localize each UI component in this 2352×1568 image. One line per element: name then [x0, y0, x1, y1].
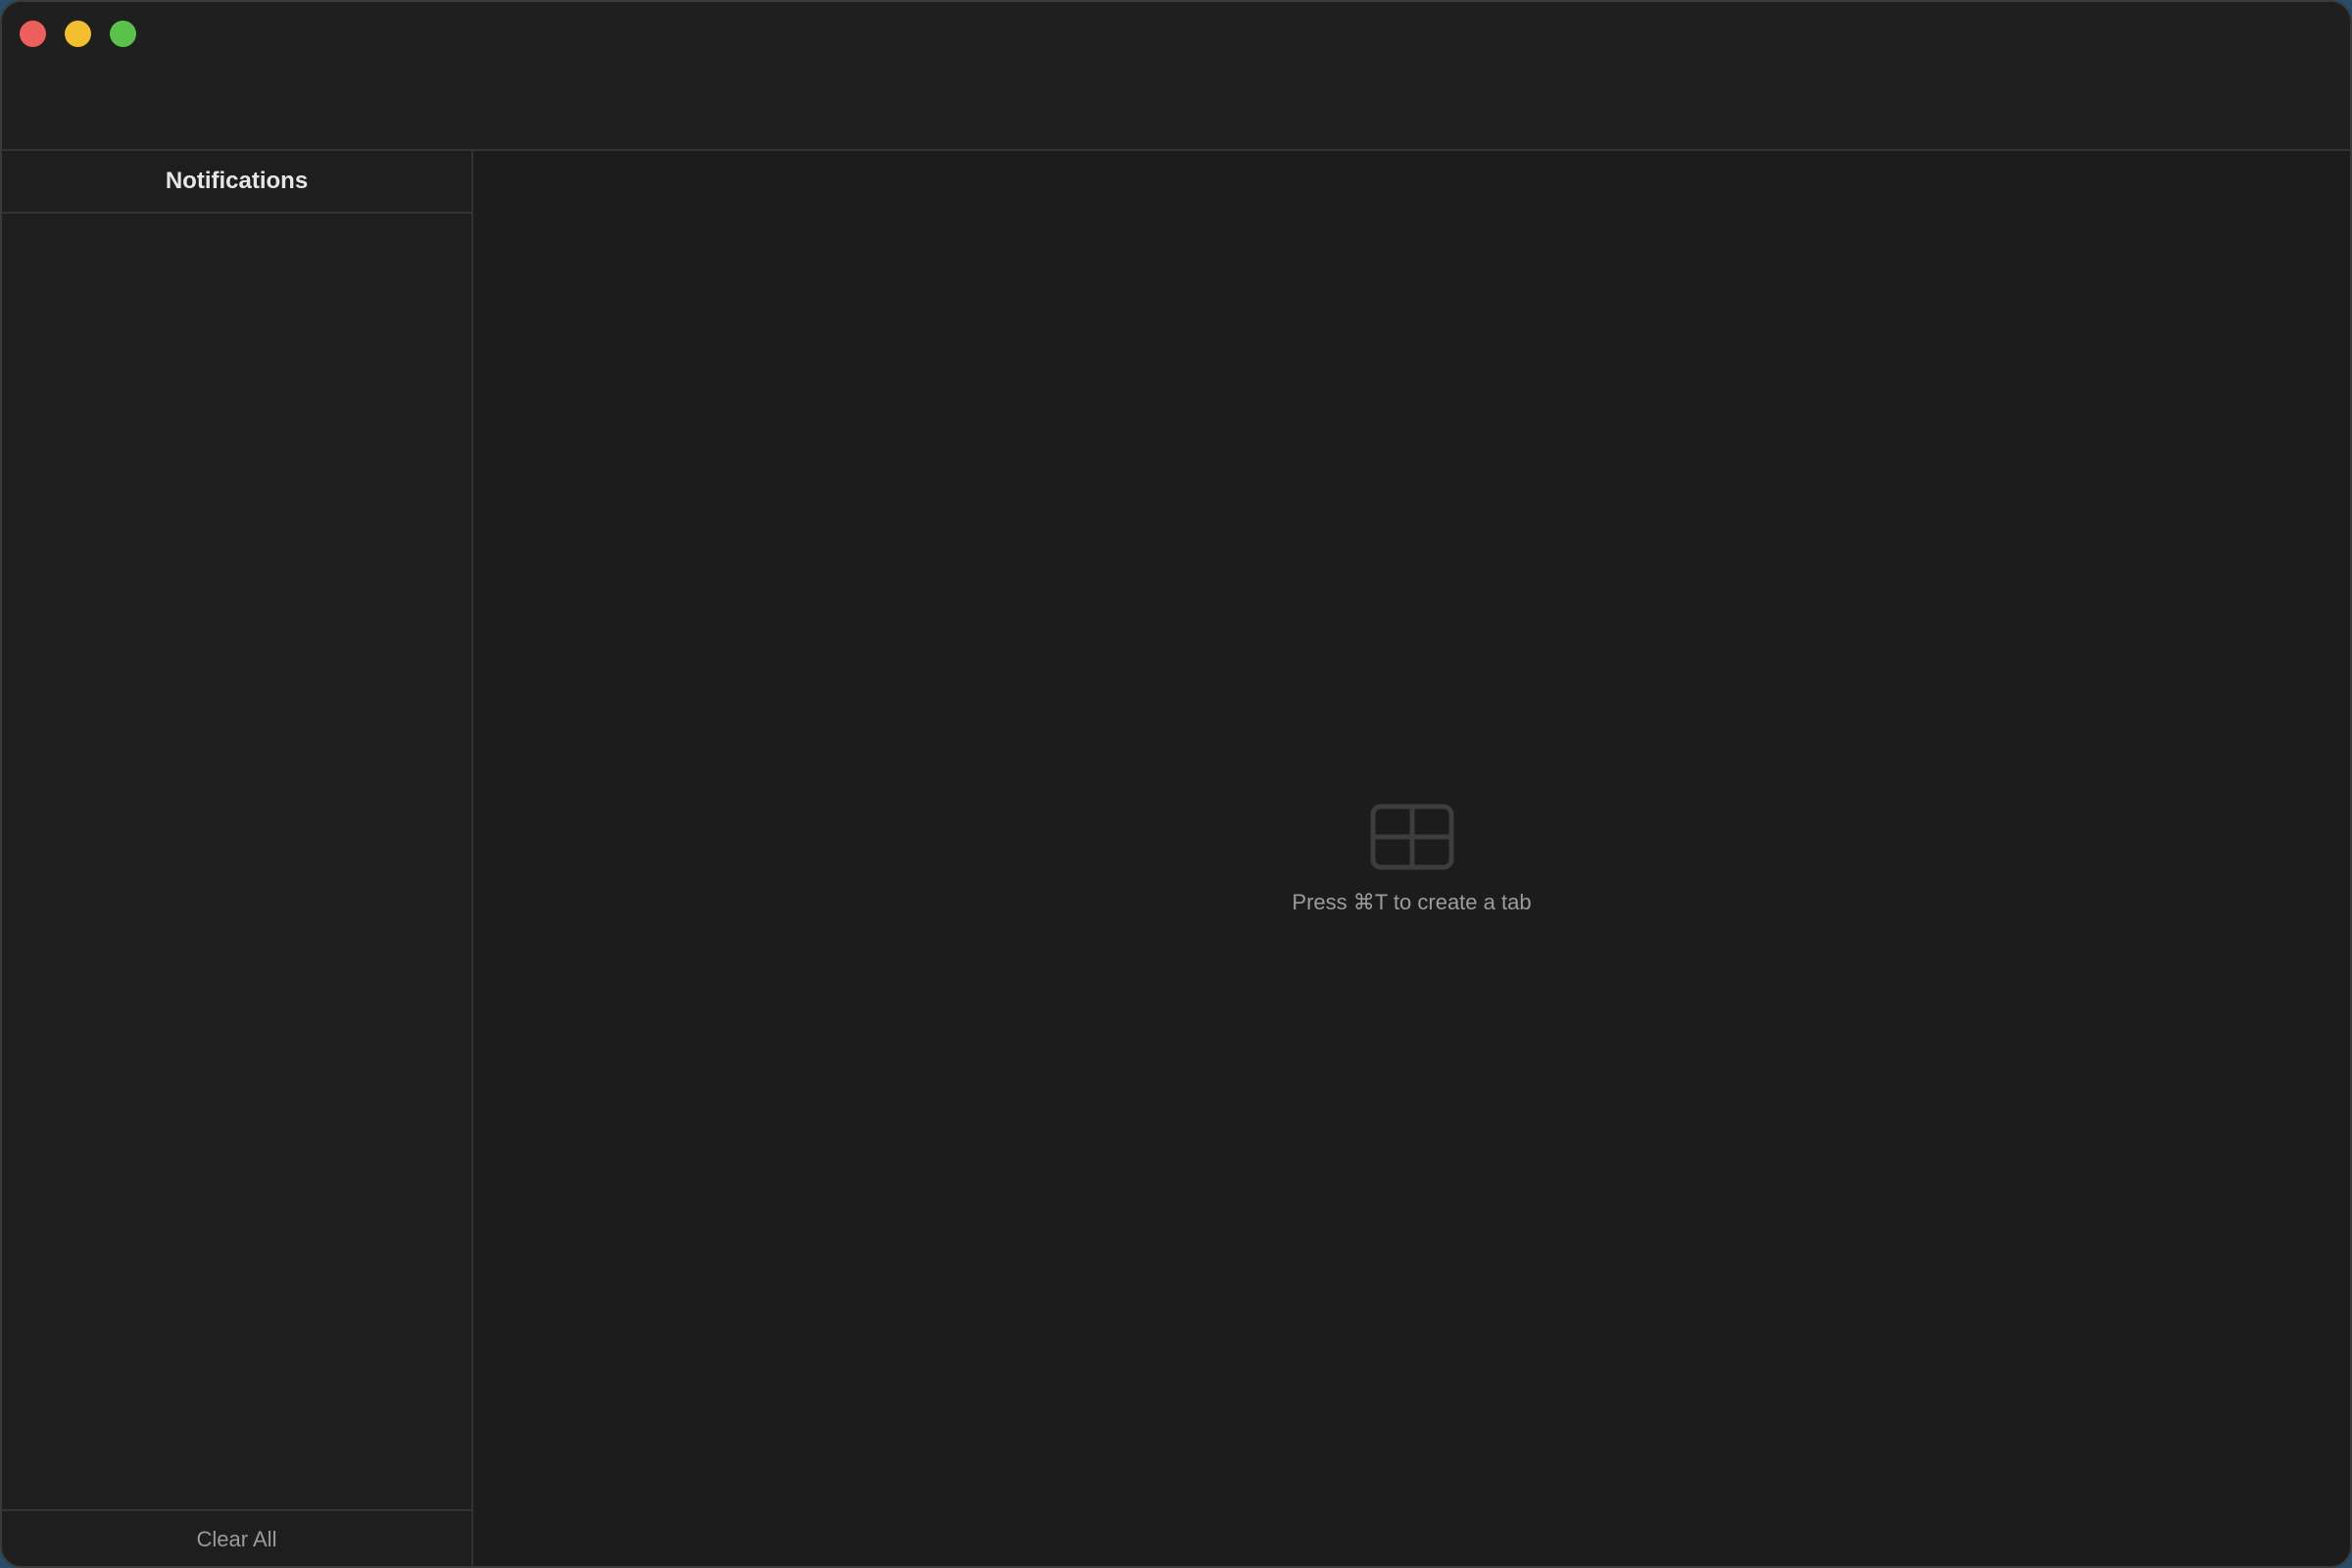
zoom-window-button[interactable]: [110, 21, 136, 47]
empty-state: Press ⌘T to create a tab: [473, 804, 2350, 915]
empty-state-text: Press ⌘T to create a tab: [1292, 890, 1532, 914]
title-bar[interactable]: [2, 2, 2350, 151]
grid-layout-icon: [1370, 804, 1453, 870]
minimize-window-button[interactable]: [65, 21, 91, 47]
close-window-button[interactable]: [20, 21, 46, 47]
clear-all-button[interactable]: Clear All: [187, 1523, 287, 1556]
sidebar-title: Notifications: [165, 168, 309, 194]
sidebar-footer: Clear All: [2, 1509, 471, 1566]
notifications-sidebar: Notifications Clear All: [2, 151, 473, 1566]
sidebar-header: Notifications: [2, 151, 471, 214]
app-window: Notifications Clear All Press ⌘T to crea…: [0, 0, 2352, 1568]
main-content: Press ⌘T to create a tab: [473, 151, 2350, 1566]
notification-list: [2, 214, 471, 1509]
